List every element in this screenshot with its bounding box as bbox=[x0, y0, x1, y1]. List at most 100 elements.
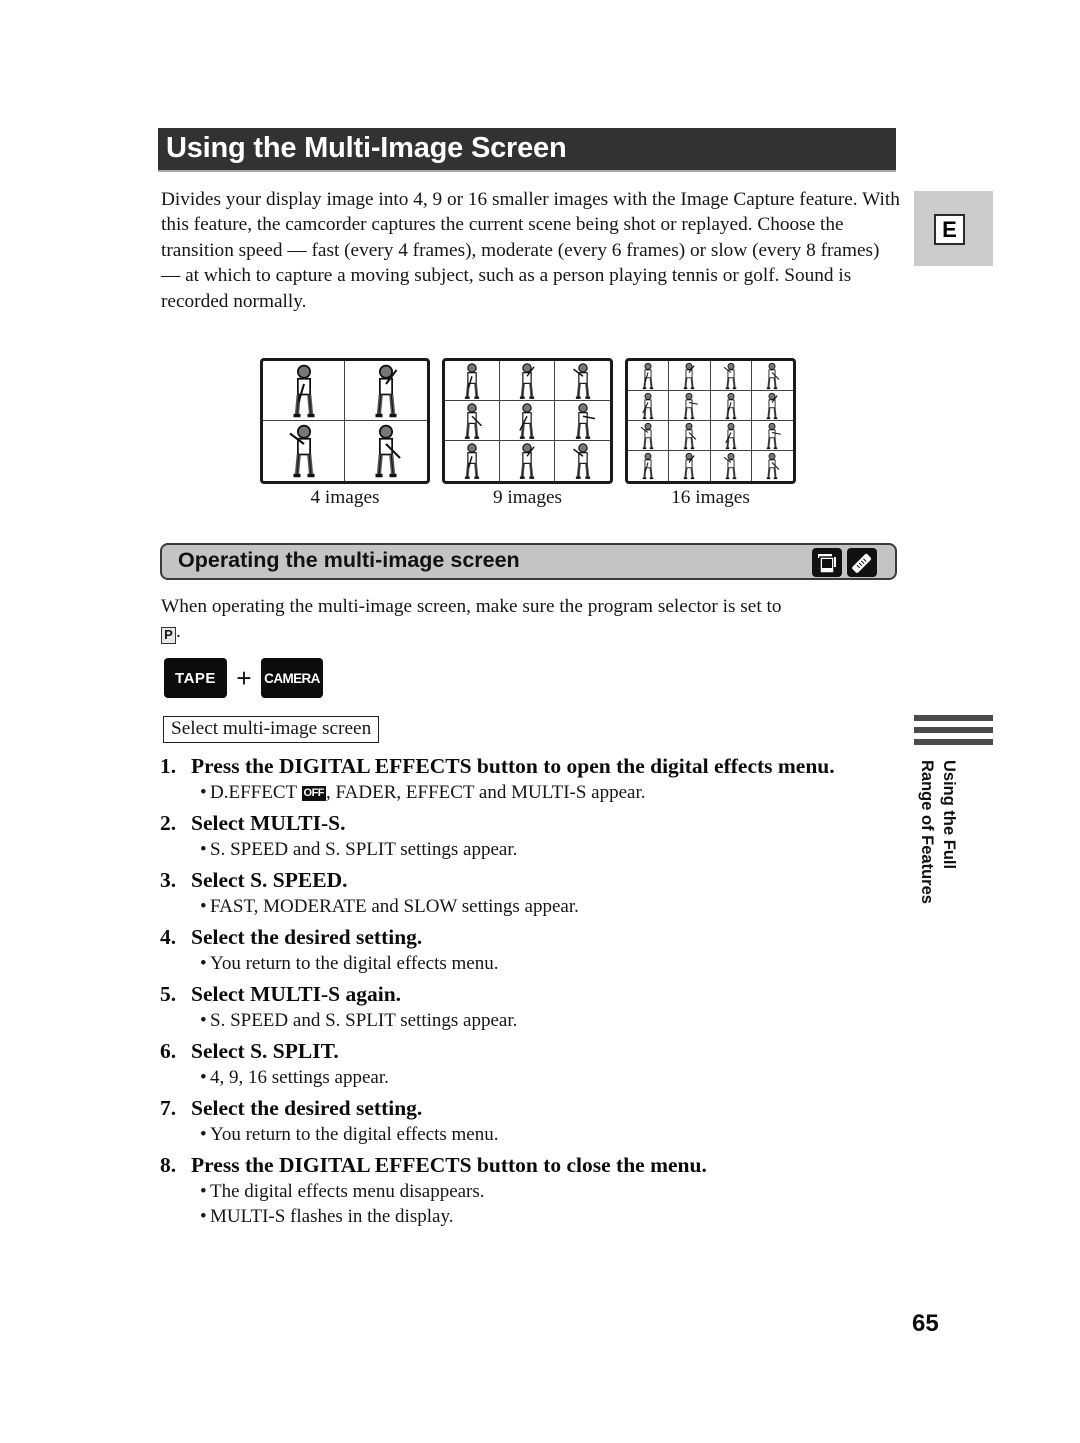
language-label: E bbox=[934, 214, 965, 245]
bullet-dot: • bbox=[200, 1010, 207, 1031]
step-bullet: • The digital effects menu disappears. bbox=[160, 1179, 880, 1204]
step-text: Select S. SPEED. bbox=[191, 868, 348, 892]
caption-16-images: 16 images bbox=[671, 487, 750, 508]
image-frame bbox=[669, 421, 711, 451]
bullet-text-part: FAST, MODERATE and SLOW settings appear. bbox=[210, 896, 579, 917]
bullet-text-part: , FADER, EFFECT and MULTI-S appear. bbox=[326, 782, 646, 803]
golfer-icon bbox=[634, 362, 662, 390]
image-frame bbox=[710, 391, 752, 421]
step-bullet: • MULTI-S flashes in the display. bbox=[160, 1204, 880, 1229]
bullet-dot: • bbox=[200, 1206, 207, 1227]
bullet-text-part: S. SPEED and S. SPLIT settings appear. bbox=[210, 1010, 518, 1031]
camcorder-body-icon bbox=[812, 548, 842, 577]
step-bullet: • S. SPEED and S. SPLIT settings appear. bbox=[160, 1008, 880, 1033]
operation-mode-row: TAPE + CAMERA bbox=[164, 658, 323, 698]
image-frame bbox=[445, 401, 500, 441]
golfer-icon bbox=[564, 362, 602, 400]
program-selector-note: When operating the multi-image screen, m… bbox=[161, 594, 891, 644]
image-frame bbox=[710, 421, 752, 451]
image-frame bbox=[500, 361, 555, 401]
step-number: 7. bbox=[160, 1096, 177, 1120]
step-title: 2. Select MULTI-S. bbox=[160, 809, 880, 837]
program-p-mode-icon: P bbox=[161, 627, 176, 644]
golfer-icon bbox=[717, 422, 745, 450]
image-frame bbox=[669, 451, 711, 481]
step-number: 3. bbox=[160, 868, 177, 892]
chapter-marker-bars bbox=[914, 715, 993, 751]
golfer-icon bbox=[675, 422, 703, 450]
image-frame bbox=[345, 361, 427, 421]
image-frame bbox=[669, 391, 711, 421]
golfer-icon bbox=[453, 362, 491, 400]
bullet-text: 4, 9, 16 settings appear. bbox=[210, 1065, 389, 1090]
step-number: 8. bbox=[160, 1153, 177, 1177]
chapter-bar bbox=[914, 715, 993, 721]
golfer-icon bbox=[453, 442, 491, 480]
camera-mode-badge: CAMERA bbox=[261, 658, 323, 698]
step-text: Select MULTI-S again. bbox=[191, 982, 402, 1006]
bullet-dot: • bbox=[200, 953, 207, 974]
step-number: 6. bbox=[160, 1039, 177, 1063]
note-suffix: . bbox=[176, 621, 181, 642]
golfer-icon bbox=[508, 362, 546, 400]
intro-paragraph: Divides your display image into 4, 9 or … bbox=[161, 189, 900, 312]
bullet-text: You return to the digital effects menu. bbox=[210, 1122, 498, 1147]
bullet-text: S. SPEED and S. SPLIT settings appear. bbox=[210, 1008, 517, 1033]
multi-image-16-illustration bbox=[625, 358, 796, 484]
golfer-icon bbox=[758, 392, 786, 420]
chapter-label-line2: Range of Features bbox=[918, 760, 936, 904]
chapter-label-line1: Using the Full bbox=[940, 760, 958, 870]
steps-list: 1. Press the DIGITAL EFFECTS button to op… bbox=[160, 752, 880, 1233]
image-frame bbox=[263, 361, 345, 421]
page-number: 65 bbox=[912, 1310, 939, 1337]
note-text: When operating the multi-image screen, m… bbox=[161, 596, 782, 617]
step-number: 5. bbox=[160, 982, 177, 1006]
golfer-icon bbox=[358, 363, 414, 419]
bullet-dot: • bbox=[200, 782, 207, 803]
bullet-text: D.EFFECT OFF, FADER, EFFECT and MULTI-S … bbox=[210, 780, 646, 805]
select-multi-image-label: Select multi-image screen bbox=[163, 716, 380, 743]
golfer-icon bbox=[634, 392, 662, 420]
golfer-icon bbox=[634, 452, 662, 480]
golfer-icon bbox=[634, 422, 662, 450]
bullet-text: MULTI-S flashes in the display. bbox=[210, 1204, 453, 1229]
step-item: 6. Select S. SPLIT. • 4, 9, 16 settings app… bbox=[160, 1037, 880, 1090]
step-title: 3. Select S. SPEED. bbox=[160, 866, 880, 894]
step-text: Select MULTI-S. bbox=[191, 811, 346, 835]
multi-image-4-illustration bbox=[260, 358, 430, 484]
image-frame bbox=[711, 451, 752, 481]
bullet-text-part: S. SPEED and S. SPLIT settings appear. bbox=[210, 839, 518, 860]
golfer-icon bbox=[758, 452, 786, 480]
caption-9-images: 9 images bbox=[492, 487, 563, 508]
page-title-bar: Using the Multi-Image Screen bbox=[158, 128, 896, 172]
image-frame bbox=[555, 401, 610, 441]
image-frame bbox=[628, 391, 670, 421]
caption-4-images: 4 images bbox=[310, 487, 380, 508]
golfer-icon bbox=[276, 423, 332, 479]
golfer-icon bbox=[508, 402, 546, 440]
golfer-icon bbox=[276, 363, 332, 419]
golfer-icon bbox=[564, 402, 602, 440]
step-title: 6. Select S. SPLIT. bbox=[160, 1037, 880, 1065]
remote-control-icon bbox=[847, 548, 877, 577]
step-bullet: • S. SPEED and S. SPLIT settings appear. bbox=[160, 837, 880, 862]
golfer-icon bbox=[717, 452, 745, 480]
golfer-icon bbox=[564, 442, 602, 480]
image-frame bbox=[669, 361, 711, 391]
bullet-dot: • bbox=[200, 896, 207, 917]
bullet-text-part: D.EFFECT bbox=[210, 782, 302, 803]
image-frame bbox=[751, 391, 793, 421]
step-text: Press the DIGITAL EFFECTS button to open… bbox=[191, 754, 835, 778]
plus-sign: + bbox=[236, 663, 252, 693]
step-title: 5. Select MULTI-S again. bbox=[160, 980, 880, 1008]
golfer-icon bbox=[758, 422, 786, 450]
step-text: Select the desired setting. bbox=[191, 925, 423, 949]
language-tab: E bbox=[914, 191, 993, 266]
section-header: Operating the multi-image screen bbox=[160, 543, 897, 580]
step-item: 2. Select MULTI-S. • S. SPEED and S. SPLIT … bbox=[160, 809, 880, 862]
multi-image-9-illustration bbox=[442, 358, 613, 484]
bullet-dot: • bbox=[200, 839, 207, 860]
image-frame bbox=[445, 441, 500, 481]
step-title: 7. Select the desired setting. bbox=[160, 1094, 880, 1122]
golfer-icon bbox=[675, 362, 703, 390]
